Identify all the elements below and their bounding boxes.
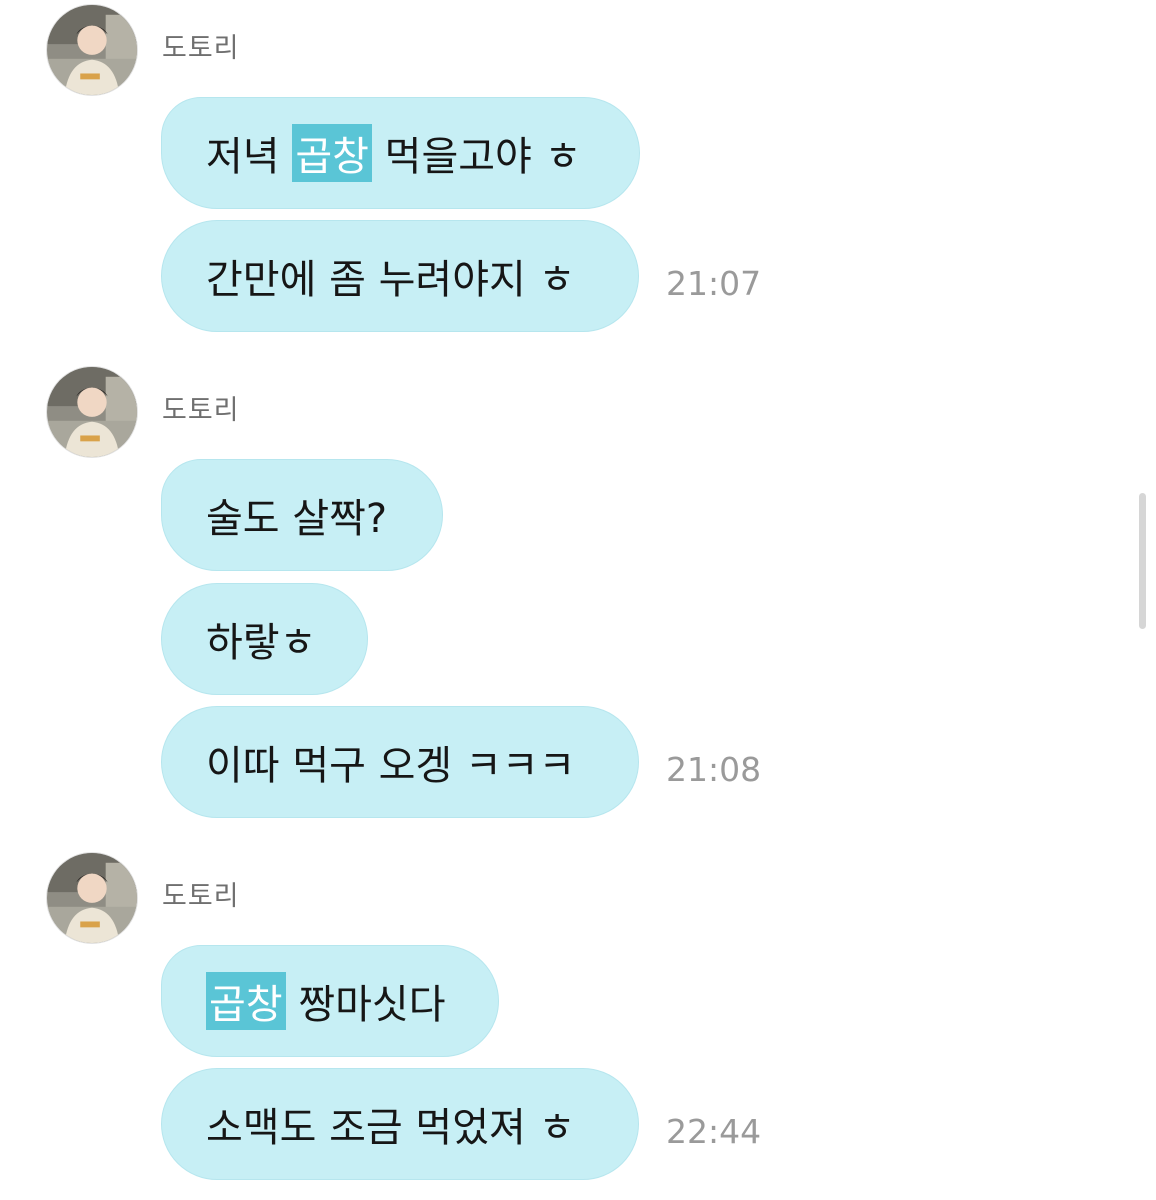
- message-timestamp: 22:44: [666, 1112, 762, 1151]
- message-bubble[interactable]: 하랗ㅎ: [161, 583, 368, 695]
- avatar-photo: [47, 853, 137, 943]
- message-text: 하랗ㅎ: [206, 620, 317, 666]
- message-bubble[interactable]: 곱창 짱마싯다: [161, 945, 499, 1057]
- message-text-suffix: 먹을고야 ㅎ: [371, 134, 582, 180]
- message-text: 간만에 좀 누려야지 ㅎ: [206, 257, 576, 303]
- sender-name: 도토리: [162, 33, 240, 64]
- message-bubble[interactable]: 간만에 좀 누려야지 ㅎ: [161, 220, 639, 332]
- highlighted-keyword: 곱창: [292, 124, 372, 182]
- chat-screen: 도토리 저녁 곱창 먹을고야 ㅎ 간만에 좀 누려야지 ㅎ 21:07 도토리 …: [0, 0, 1156, 1200]
- avatar-photo: [47, 367, 137, 457]
- message-timestamp: 21:07: [666, 264, 762, 303]
- message-bubble[interactable]: 술도 살짝?: [161, 459, 443, 571]
- avatar[interactable]: [46, 366, 138, 458]
- sender-name: 도토리: [162, 881, 240, 912]
- message-bubble[interactable]: 이따 먹구 오겡 ㅋㅋㅋ: [161, 706, 639, 818]
- message-text: 소맥도 조금 먹었져 ㅎ: [206, 1105, 576, 1151]
- message-bubble[interactable]: 소맥도 조금 먹었져 ㅎ: [161, 1068, 639, 1180]
- message-timestamp: 21:08: [666, 750, 762, 789]
- message-text: 이따 먹구 오겡 ㅋㅋㅋ: [206, 743, 576, 789]
- message-text: 술도 살짝?: [206, 496, 388, 542]
- message-text-prefix: 저녁: [206, 134, 293, 180]
- message-text-suffix: 짱마싯다: [285, 982, 446, 1028]
- sender-name: 도토리: [162, 395, 240, 426]
- message-bubble[interactable]: 저녁 곱창 먹을고야 ㅎ: [161, 97, 640, 209]
- highlighted-keyword: 곱창: [206, 972, 286, 1030]
- scrollbar[interactable]: [1139, 493, 1146, 629]
- avatar[interactable]: [46, 852, 138, 944]
- avatar-photo: [47, 5, 137, 95]
- avatar[interactable]: [46, 4, 138, 96]
